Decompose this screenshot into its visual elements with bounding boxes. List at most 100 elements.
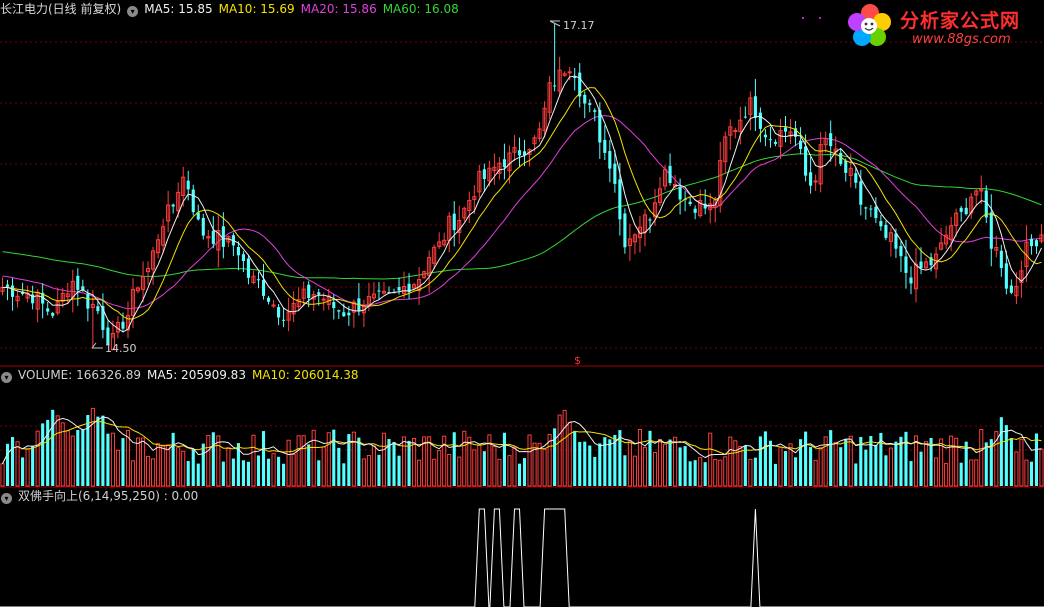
candle-body [859,181,863,205]
candle-body [51,312,55,316]
volume-bar [121,438,125,486]
volume-bar [231,458,235,486]
volume-bar [698,457,703,487]
volume-bar [598,443,602,486]
volume-bar [652,451,658,487]
chevron-down-icon[interactable]: ▾ [127,6,139,17]
chevron-down-icon[interactable]: ▾ [1,493,12,504]
volume-bar [1034,433,1039,486]
candle-body [332,301,336,309]
volume-bar [146,455,151,487]
volume-bar [21,457,25,486]
candle-body [246,258,251,278]
volume-bar [632,455,637,487]
volume-bar [527,434,532,487]
candle-body [347,312,351,316]
volume-bar [277,456,281,486]
volume-bar [507,455,512,487]
volume-bar [567,421,572,487]
indicator-path [0,508,1044,607]
volume-bar [76,430,80,486]
candle-body [553,85,557,87]
volume-bar [869,436,873,486]
volume-bar [201,443,205,486]
volume-bar [452,432,456,486]
volume-ma10-label: MA10: 206014.38 [251,368,359,382]
volume-bar [35,430,40,487]
volume-bar [813,459,818,487]
volume-bar [221,461,225,486]
volume-bar [723,456,728,487]
volume-bar [286,439,291,487]
candle-body [869,208,873,210]
volume-bar [829,430,833,486]
candle-body [768,139,773,141]
volume-bar [1024,459,1029,487]
candle-body [758,112,762,129]
candle-body [909,277,913,284]
volume-bar [140,437,146,487]
volume-bar [888,447,893,487]
candle-body [989,212,993,249]
volume-bar [673,436,678,487]
candle-body [904,256,908,273]
candle-body [899,246,903,257]
volume-bar [864,449,868,486]
volume-bar [407,440,411,486]
volume-bar [282,463,286,486]
logo-url: www.88gs.com [912,32,1011,47]
volume-bar [412,437,417,487]
main-header: 长江电力(日线 前复权) ▾ MA5: 15.85 MA10: 15.69 MA20: … [0,0,465,18]
volume-bar [51,409,55,486]
candle-body [804,146,808,176]
chart-canvas[interactable]: 17.17 14.50 $ [0,0,1044,607]
candle-body [783,127,788,132]
low-price-label: 14.50 [105,342,137,355]
volume-bar [522,458,527,486]
volume-bar [969,459,974,487]
chevron-down-icon[interactable]: ▾ [1,372,12,383]
volume-bar [848,435,853,487]
volume-bar [176,447,181,487]
volume-bar [291,453,296,487]
volume-bar [357,437,361,486]
volume-bar [743,445,747,486]
candle-body [96,306,100,312]
volume-bar [979,429,984,487]
volume-bar [65,430,70,487]
volume-bar [55,415,60,487]
volume-bar [713,458,718,487]
volume-bar [537,442,542,487]
volume-bar [5,443,10,486]
volume-bar [662,443,668,487]
volume-bar [467,436,472,487]
candle-body [829,133,833,147]
volume-bar [106,433,110,486]
volume-bar [482,451,486,486]
volume-bar [839,447,843,486]
high-price-label: 17.17 [563,19,595,32]
volume-bar [271,453,276,487]
candlesticks[interactable] [0,24,1044,351]
volume-bar [783,451,788,486]
volume-bar [256,455,261,486]
volume-bar [261,431,266,486]
candle-body [879,221,883,227]
candle-body [397,287,401,291]
candle-body [482,169,486,179]
volume-bar [361,458,366,487]
candle-body [121,321,125,329]
candle-body [266,297,271,302]
volume-bar [130,460,136,487]
volume-bar [778,446,783,487]
candle-body [884,224,888,238]
volume-bar [913,435,919,487]
watermark-logo: 分析家公式网 www.88gs.com [846,2,1042,54]
volume-bar [96,416,100,486]
volume-bar [10,437,15,486]
volume-bar [246,461,251,486]
candle-body [261,279,266,296]
volume-bar [642,447,648,487]
candle-body [277,307,281,318]
volume-bar [844,438,848,486]
